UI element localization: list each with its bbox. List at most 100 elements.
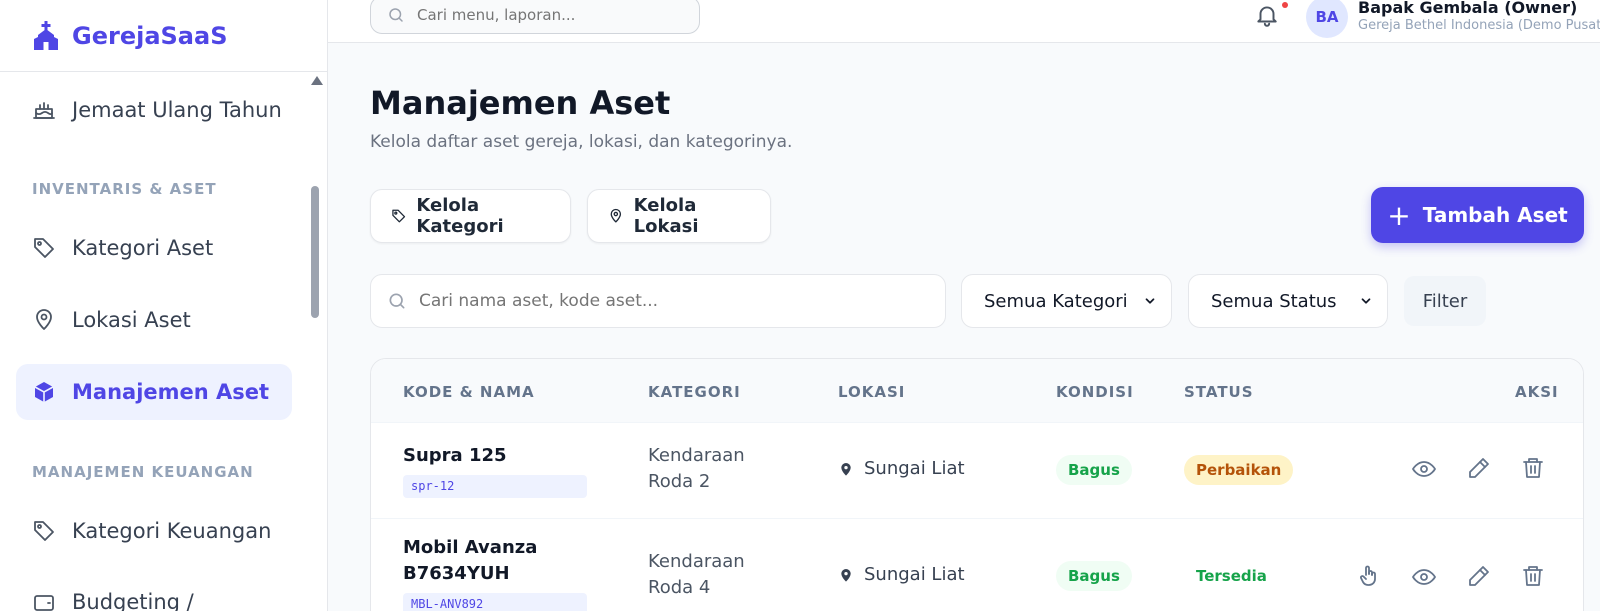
top-search[interactable] (370, 0, 700, 34)
asset-name[interactable]: B7634YUH (403, 561, 587, 587)
sidebar-scrollbar[interactable] (308, 72, 323, 611)
status-badge: Perbaikan (1184, 455, 1294, 485)
filter-button[interactable]: Filter (1404, 276, 1486, 326)
sidebar-item-label: Lokasi Aset (72, 308, 191, 332)
th-kode-nama: KODE & NAMA (403, 383, 535, 401)
category-cell: Kendaraan Roda 4 (648, 549, 745, 601)
pencil-icon[interactable] (1467, 456, 1491, 480)
condition-badge: Bagus (1056, 561, 1132, 591)
tag-icon (34, 238, 54, 258)
page-title: Manajemen Aset (370, 84, 671, 122)
location-cell: Sungai Liat (838, 458, 965, 479)
location-cell: Sungai Liat (838, 564, 965, 585)
manage-categories-button[interactable]: Kelola Kategori (370, 189, 571, 243)
manage-locations-button[interactable]: Kelola Lokasi (587, 189, 771, 243)
th-kategori: KATEGORI (648, 383, 741, 401)
sidebar-item-kategori-keuangan[interactable]: Kategori Keuangan (16, 503, 292, 559)
sidebar-item-label: Kategori Keuangan (72, 519, 272, 543)
status-select-value: Semua Status (1211, 290, 1337, 312)
scroll-thumb[interactable] (311, 186, 319, 318)
sidebar-item-budgeting[interactable]: Budgeting / (16, 574, 292, 611)
trash-icon[interactable] (1521, 564, 1545, 588)
status-select[interactable]: Semua Status (1188, 274, 1388, 328)
eye-icon[interactable] (1411, 457, 1437, 481)
th-aksi: AKSI (1515, 383, 1559, 401)
asset-search[interactable] (370, 274, 946, 328)
user-name: Bapak Gembala (Owner) (1358, 0, 1578, 17)
category-select[interactable]: Semua Kategori (961, 274, 1172, 328)
section-inventaris-aset: INVENTARIS & ASET (32, 180, 217, 198)
sidebar-item-kategori-aset[interactable]: Kategori Aset (16, 220, 292, 276)
chevron-down-icon (1145, 298, 1155, 304)
add-asset-label: Tambah Aset (1422, 203, 1568, 227)
asset-code: MBL-ANV892 (403, 593, 587, 611)
th-kondisi: KONDISI (1056, 383, 1134, 401)
category-line: Kendaraan (648, 445, 745, 466)
search-icon (389, 8, 403, 22)
location-text: Sungai Liat (864, 458, 965, 479)
category-select-value: Semua Kategori (984, 290, 1128, 312)
manage-locations-label: Kelola Lokasi (633, 195, 699, 237)
map-pin-icon (841, 568, 851, 582)
asset-cell: Supra 125 spr-12 (403, 443, 587, 498)
trash-icon[interactable] (1521, 456, 1545, 480)
tag-icon (392, 209, 406, 223)
asset-search-input[interactable] (419, 291, 919, 311)
eye-icon[interactable] (1411, 565, 1437, 589)
th-status: STATUS (1184, 383, 1254, 401)
map-pin-icon (36, 309, 52, 330)
chevron-down-icon (1361, 298, 1371, 304)
category-cell: Kendaraan Roda 2 (648, 443, 745, 495)
category-line: Kendaraan (648, 551, 745, 572)
asset-name[interactable]: Mobil Avanza (403, 535, 587, 561)
brand-name: GerejaSaaS (72, 21, 228, 50)
sidebar-item-label: Kategori Aset (72, 236, 214, 260)
table-header: KODE & NAMA KATEGORI LOKASI KONDISI STAT… (371, 359, 1583, 423)
sidebar-item-label: Budgeting / (72, 590, 194, 611)
cake-icon (33, 102, 55, 119)
asset-code: spr-12 (403, 475, 587, 498)
hand-pointer-icon[interactable] (1357, 563, 1381, 589)
plus-icon: + (1387, 198, 1411, 232)
map-pin-icon (841, 462, 851, 476)
sidebar-item-jemaat-ulang-tahun[interactable]: Jemaat Ulang Tahun (16, 82, 292, 138)
condition-cell: Bagus (1056, 455, 1132, 485)
tag-icon (34, 521, 54, 541)
section-manajemen-keuangan: MANAJEMEN KEUANGAN (32, 463, 254, 481)
location-text: Sungai Liat (864, 564, 965, 585)
sidebar-item-label: Jemaat Ulang Tahun (72, 98, 282, 122)
bell-icon[interactable] (1254, 2, 1280, 28)
status-badge: Tersedia (1196, 567, 1267, 585)
condition-cell: Bagus (1056, 561, 1132, 591)
asset-name[interactable]: Supra 125 (403, 443, 587, 469)
table-row: Supra 125 spr-12 Kendaraan Roda 2 Sungai… (371, 423, 1583, 519)
search-icon (389, 293, 405, 309)
assets-table: KODE & NAMA KATEGORI LOKASI KONDISI STAT… (370, 358, 1584, 611)
pencil-icon[interactable] (1467, 564, 1491, 588)
sidebar-item-manajemen-aset[interactable]: Manajemen Aset (16, 364, 292, 420)
sidebar-item-label: Manajemen Aset (72, 380, 270, 404)
th-lokasi: LOKASI (838, 383, 906, 401)
user-org: Gereja Bethel Indonesia (Demo Pusat) (1358, 18, 1600, 33)
brand[interactable]: GerejaSaaS (0, 0, 327, 72)
map-pin-icon (610, 208, 622, 223)
manage-categories-label: Kelola Kategori (416, 195, 504, 237)
add-asset-button[interactable]: + Tambah Aset (1371, 187, 1584, 243)
status-cell: Perbaikan (1184, 455, 1294, 485)
top-search-input[interactable] (417, 6, 677, 24)
sidebar-item-lokasi-aset[interactable]: Lokasi Aset (16, 292, 292, 348)
asset-cell: Mobil Avanza B7634YUH MBL-ANV892 (403, 535, 587, 611)
wallet-icon (34, 595, 54, 611)
topbar: BA Bapak Gembala (Owner) Gereja Bethel I… (328, 0, 1600, 43)
page-subtitle: Kelola daftar aset gereja, lokasi, dan k… (370, 132, 793, 152)
status-cell: Tersedia (1184, 561, 1279, 591)
church-icon (34, 20, 58, 50)
table-row: Mobil Avanza B7634YUH MBL-ANV892 Kendara… (371, 519, 1583, 611)
condition-badge: Bagus (1056, 455, 1132, 485)
avatar[interactable]: BA (1306, 0, 1348, 38)
scroll-up-arrow-icon[interactable] (311, 76, 323, 85)
sidebar: GerejaSaaS Jemaat Ulang Tahun INVENTARIS… (0, 0, 328, 611)
category-line: Roda 4 (648, 577, 711, 598)
category-line: Roda 2 (648, 471, 711, 492)
cube-icon (34, 382, 54, 402)
